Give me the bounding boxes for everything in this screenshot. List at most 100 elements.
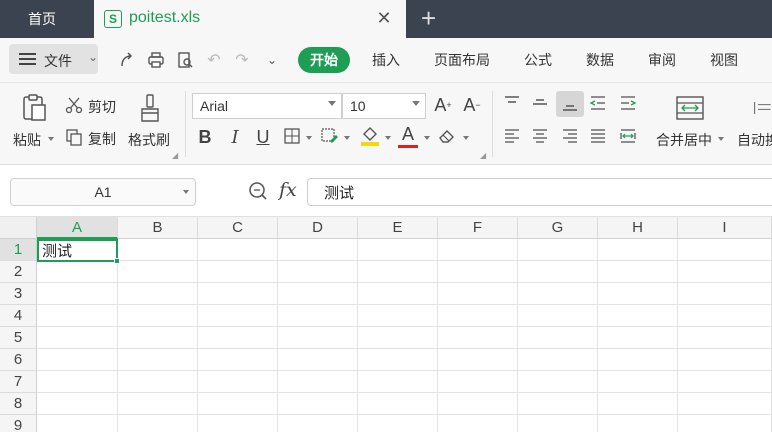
increase-indent-icon[interactable] — [618, 93, 638, 113]
row-header-2[interactable]: 2 — [0, 261, 37, 283]
align-right-icon[interactable] — [560, 126, 580, 146]
merge-dropdown-icon[interactable] — [718, 137, 724, 141]
align-top-icon[interactable] — [502, 93, 522, 113]
redo-icon[interactable]: ↷ — [232, 50, 252, 70]
column-header-b[interactable]: B — [118, 217, 198, 239]
row-gridline — [37, 392, 772, 393]
font-expand-icon[interactable]: ◢ — [480, 151, 486, 160]
cell-style-dropdown-icon[interactable] — [344, 136, 350, 140]
bold-button[interactable]: B — [195, 125, 215, 149]
title-bar: 首页 S poitest.xls ✕ + — [0, 0, 772, 38]
decrease-font-icon[interactable]: A − — [461, 94, 483, 116]
tab-home-label: 首页 — [28, 11, 56, 27]
align-middle-icon[interactable] — [530, 93, 550, 113]
font-color-button[interactable]: A — [398, 124, 418, 148]
print-preview-icon[interactable] — [175, 50, 195, 70]
column-header-c[interactable]: C — [198, 217, 278, 239]
fill-handle[interactable] — [114, 258, 120, 264]
tab-4[interactable]: 数据 — [574, 47, 626, 73]
select-all-corner[interactable] — [0, 217, 37, 239]
tab-document[interactable]: S poitest.xls ✕ — [94, 0, 406, 38]
row-header-1[interactable]: 1 — [0, 239, 37, 261]
name-box[interactable]: A1 — [10, 178, 196, 206]
row-header-8[interactable]: 8 — [0, 393, 37, 415]
copy-button[interactable]: 复制 — [88, 129, 116, 149]
column-gridline — [597, 239, 598, 432]
underline-button[interactable]: U — [253, 125, 273, 149]
column-header-h[interactable]: H — [598, 217, 678, 239]
row-gridline — [37, 260, 772, 261]
function-fx-icon[interactable]: fx — [279, 179, 297, 201]
new-tab-plus-icon[interactable]: + — [421, 4, 436, 32]
tab-2[interactable]: 页面布局 — [422, 47, 502, 73]
format-painter-label: 格式刷 — [128, 132, 170, 148]
tab-0[interactable]: 开始 — [298, 47, 350, 73]
tab-6[interactable]: 视图 — [698, 47, 750, 73]
file-menu-button[interactable]: 文件 ⌄ — [9, 44, 98, 74]
undo-icon[interactable]: ↶ — [204, 50, 224, 70]
row-header-6[interactable]: 6 — [0, 349, 37, 371]
wrap-text-button[interactable]: 自动换 — [737, 130, 772, 150]
underline-glyph: U — [256, 126, 270, 147]
column-gridline — [197, 239, 198, 432]
row-header-3[interactable]: 3 — [0, 283, 37, 305]
more-chevron-icon[interactable]: ⌄ — [262, 50, 282, 70]
column-gridline — [117, 239, 118, 432]
zoom-search-icon[interactable] — [247, 180, 269, 202]
row-gridline — [37, 348, 772, 349]
font-size-select[interactable]: 10 — [342, 93, 426, 119]
format-painter-icon — [137, 93, 163, 123]
row-header-7[interactable]: 7 — [0, 371, 37, 393]
font-color-dropdown-icon[interactable] — [424, 136, 430, 140]
font-color-glyph: A — [401, 124, 414, 144]
column-header-d[interactable]: D — [278, 217, 358, 239]
cut-button[interactable]: 剪切 — [88, 97, 116, 117]
tab-1[interactable]: 插入 — [360, 47, 412, 73]
row-header-9[interactable]: 9 — [0, 415, 37, 432]
chevron-down-icon: ⌄ — [88, 50, 99, 64]
paste-dropdown-icon[interactable] — [48, 137, 54, 141]
format-painter-button[interactable]: 格式刷 — [128, 130, 170, 150]
paste-icon[interactable] — [20, 93, 50, 123]
clear-format-dropdown-icon[interactable] — [463, 136, 469, 140]
merge-center-label: 合并居中 — [656, 132, 712, 148]
row-gridline — [37, 304, 772, 305]
borders-icon[interactable] — [283, 127, 301, 145]
fill-color-dropdown-icon[interactable] — [385, 136, 391, 140]
italic-button[interactable]: I — [225, 125, 245, 149]
row-header-5[interactable]: 5 — [0, 327, 37, 349]
clear-format-icon[interactable] — [437, 126, 457, 146]
font-name-select[interactable]: Arial — [192, 93, 342, 119]
column-gridline — [517, 239, 518, 432]
fill-color-icon[interactable] — [360, 125, 380, 147]
distributed-align-icon[interactable] — [618, 126, 638, 146]
tab-5[interactable]: 审阅 — [636, 47, 688, 73]
wrap-text-icon — [752, 94, 772, 122]
formula-input-value: 测试 — [324, 184, 355, 202]
formula-input[interactable]: 测试 — [307, 178, 772, 206]
print-icon[interactable] — [146, 50, 166, 70]
cell-a1[interactable]: 测试 — [37, 239, 120, 264]
align-center-icon[interactable] — [530, 126, 550, 146]
column-header-f[interactable]: F — [438, 217, 518, 239]
cell-style-icon[interactable] — [320, 127, 340, 145]
merge-center-button[interactable]: 合并居中 — [656, 130, 712, 150]
justify-icon[interactable] — [588, 126, 608, 146]
tab-home[interactable]: 首页 — [0, 0, 88, 38]
tab-3[interactable]: 公式 — [512, 47, 564, 73]
clipboard-expand-icon[interactable]: ◢ — [172, 151, 178, 160]
share-icon[interactable] — [117, 50, 137, 70]
column-header-e[interactable]: E — [358, 217, 438, 239]
align-left-icon[interactable] — [502, 126, 522, 146]
worksheet-grid[interactable]: ABCDEFGHI 123456789 测试 — [0, 217, 772, 432]
decrease-indent-icon[interactable] — [588, 93, 608, 113]
align-bottom-icon[interactable] — [556, 91, 584, 117]
column-header-i[interactable]: I — [678, 217, 772, 239]
paste-button[interactable]: 粘贴 — [13, 130, 41, 150]
borders-dropdown-icon[interactable] — [306, 136, 312, 140]
close-icon[interactable]: ✕ — [374, 8, 394, 29]
row-header-4[interactable]: 4 — [0, 305, 37, 327]
column-header-a[interactable]: A — [37, 217, 118, 239]
increase-font-icon[interactable]: A + — [432, 94, 454, 116]
column-header-g[interactable]: G — [518, 217, 598, 239]
